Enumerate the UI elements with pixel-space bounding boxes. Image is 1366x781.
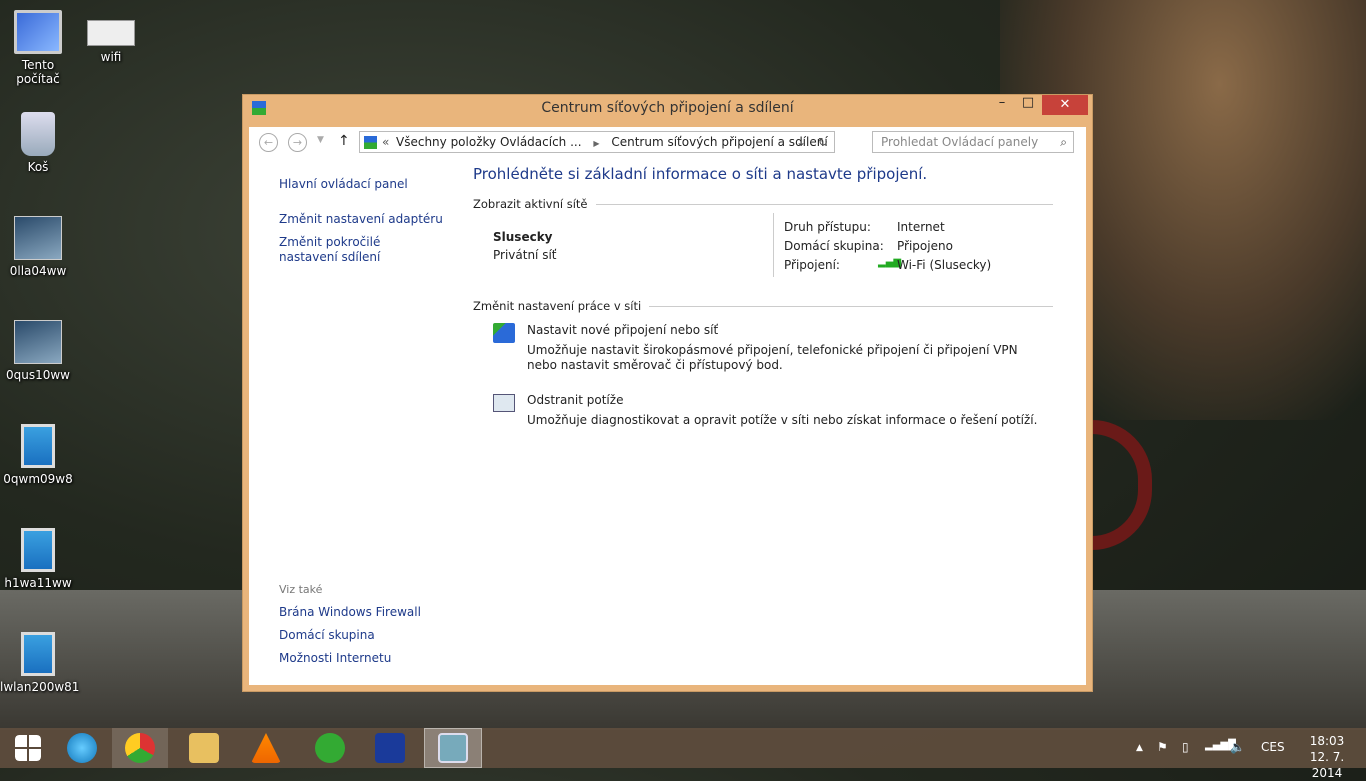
wallpaper-mug xyxy=(1092,420,1152,550)
homegroup-status-link[interactable]: Připojeno xyxy=(897,239,953,253)
desktop-icon-recycle-bin[interactable]: Koš xyxy=(0,112,76,174)
chevron-down-icon[interactable]: ⌄ xyxy=(796,132,806,152)
taskbar-utorrent[interactable] xyxy=(302,728,358,768)
new-connection-link[interactable]: Nastavit nové připojení nebo síť xyxy=(527,323,718,337)
icon-label: lwlan200w81 xyxy=(0,680,80,694)
icon-label: 0qwm09w8 xyxy=(3,472,73,486)
setup-icon xyxy=(14,216,62,260)
control-panel-icon xyxy=(438,733,468,763)
breadcrumb-overflow[interactable]: « xyxy=(382,132,389,152)
sidebar-adapter-link[interactable]: Změnit nastavení adaptéru xyxy=(279,212,443,226)
minimize-button[interactable]: – xyxy=(991,95,1013,115)
clock-time: 18:03 xyxy=(1309,734,1345,748)
new-connection-description: Umožňuje nastavit širokopásmové připojen… xyxy=(527,343,1018,372)
section-title: Zobrazit aktivní sítě xyxy=(473,197,588,211)
clock[interactable]: 18:03 12. 7. 2014 xyxy=(1296,733,1358,781)
desktop-icon-wifi[interactable]: wifi xyxy=(73,10,149,64)
troubleshoot-link[interactable]: Odstranit potíže xyxy=(527,393,623,407)
recent-dropdown-icon[interactable]: ▼ xyxy=(317,135,324,145)
wifi-connection-link[interactable]: Wi-Fi (Slusecky) xyxy=(897,258,991,272)
troubleshoot-description: Umožňuje diagnostikovat a opravit potíže… xyxy=(527,413,1038,427)
close-button[interactable]: ✕ xyxy=(1042,95,1088,115)
search-placeholder: Prohledat Ovládací panely xyxy=(881,135,1039,149)
network-type[interactable]: Privátní síť xyxy=(493,248,557,262)
taskbar-explorer[interactable] xyxy=(176,728,232,768)
taskbar: ▲ ⚑ ▯ ▂▄▆█ 🔈 CES 18:03 12. 7. 2014 xyxy=(0,728,1366,780)
address-bar-area: ← → ▼ ↑ « Všechny položky Ovládacích ...… xyxy=(249,127,1086,157)
taskbar-save-app[interactable] xyxy=(362,728,418,768)
network-center-window: Centrum síťových připojení a sdílení – □… xyxy=(242,94,1093,692)
back-button[interactable]: ← xyxy=(259,133,278,152)
chrome-icon xyxy=(125,733,155,763)
start-button[interactable] xyxy=(0,728,56,768)
new-connection-icon xyxy=(493,323,515,343)
up-button[interactable]: ↑ xyxy=(338,133,350,149)
firewall-link[interactable]: Brána Windows Firewall xyxy=(279,605,421,619)
troubleshoot-icon xyxy=(493,394,515,412)
icon-label: 0lla04ww xyxy=(9,264,67,278)
homegroup-label: Domácí skupina: xyxy=(784,239,884,253)
computer-icon xyxy=(14,10,62,54)
clock-date: 12. 7. 2014 xyxy=(1309,750,1345,780)
file-explorer-icon xyxy=(189,733,219,763)
desktop-icon-0lla04ww[interactable]: 0lla04ww xyxy=(0,216,76,278)
network-name: Slusecky xyxy=(493,230,553,244)
access-type-value: Internet xyxy=(897,220,945,234)
icon-label: Koš xyxy=(27,160,49,174)
desktop-icon-0qus10ww[interactable]: 0qus10ww xyxy=(0,320,76,382)
see-also-heading: Viz také xyxy=(279,583,323,596)
floppy-disk-icon xyxy=(375,733,405,763)
content-pane: Hlavní ovládací panel Změnit nastavení a… xyxy=(249,157,1086,685)
active-networks-section: Zobrazit aktivní sítě xyxy=(473,197,1053,211)
address-path[interactable]: « Všechny položky Ovládacích ... ▶ Centr… xyxy=(359,131,835,153)
page-heading: Prohlédněte si základní informace o síti… xyxy=(473,165,928,183)
vlc-icon xyxy=(251,733,281,763)
divider xyxy=(773,213,774,277)
utorrent-icon xyxy=(315,733,345,763)
language-indicator[interactable]: CES xyxy=(1261,740,1285,754)
taskbar-chrome[interactable] xyxy=(112,728,168,768)
taskbar-network-center[interactable] xyxy=(424,728,482,768)
section-title: Změnit nastavení práce v síti xyxy=(473,299,642,313)
recycle-bin-icon xyxy=(21,112,55,156)
icon-label: 0qus10ww xyxy=(5,368,70,382)
access-type-label: Druh přístupu: xyxy=(784,220,871,234)
icon-label: wifi xyxy=(100,50,122,64)
network-icon xyxy=(364,136,377,149)
change-settings-section: Změnit nastavení práce v síti xyxy=(473,299,1053,313)
setup-icon xyxy=(14,320,62,364)
battery-icon[interactable]: ▯ xyxy=(1182,740,1189,754)
sidebar-advanced-sharing-link[interactable]: Změnit pokročilé nastavení sdílení xyxy=(279,235,439,265)
installer-icon xyxy=(21,528,55,572)
title-bar[interactable]: Centrum síťových připojení a sdílení – □… xyxy=(243,95,1092,121)
desktop-icon-h1wa11ww[interactable]: h1wa11ww xyxy=(0,528,76,590)
volume-icon[interactable]: 🔈 xyxy=(1230,740,1245,754)
forward-button[interactable]: → xyxy=(288,133,307,152)
chevron-right-icon: ▶ xyxy=(593,139,600,148)
search-icon[interactable]: ⌕ xyxy=(1060,132,1067,152)
installer-icon xyxy=(21,424,55,468)
maximize-button[interactable]: □ xyxy=(1017,95,1039,115)
homegroup-link[interactable]: Domácí skupina xyxy=(279,628,375,642)
image-thumbnail-icon xyxy=(87,20,135,46)
refresh-icon[interactable]: ↻ xyxy=(818,132,828,152)
icon-label: h1wa11ww xyxy=(4,576,72,590)
breadcrumb-parent[interactable]: Všechny položky Ovládacích ... xyxy=(396,135,582,149)
taskbar-ie[interactable] xyxy=(54,728,110,768)
connection-label: Připojení: xyxy=(784,258,840,272)
internet-options-link[interactable]: Možnosti Internetu xyxy=(279,651,391,665)
desktop-icon-0qwm09w8[interactable]: 0qwm09w8 xyxy=(0,424,76,486)
icon-label: Tento počítač xyxy=(16,58,60,86)
installer-icon xyxy=(21,632,55,676)
internet-explorer-icon xyxy=(67,733,97,763)
show-hidden-icons-button[interactable]: ▲ xyxy=(1136,743,1143,753)
sidebar-home-link[interactable]: Hlavní ovládací panel xyxy=(279,177,408,191)
action-center-flag-icon[interactable]: ⚑ xyxy=(1157,740,1168,754)
search-input[interactable]: Prohledat Ovládací panely ⌕ xyxy=(872,131,1074,153)
desktop-icon-computer[interactable]: Tento počítač xyxy=(0,10,76,86)
windows-logo-icon xyxy=(15,735,41,761)
desktop-icon-lwlan200w81[interactable]: lwlan200w81 xyxy=(0,632,80,694)
taskbar-vlc[interactable] xyxy=(238,728,294,768)
window-title: Centrum síťových připojení a sdílení xyxy=(541,100,794,116)
